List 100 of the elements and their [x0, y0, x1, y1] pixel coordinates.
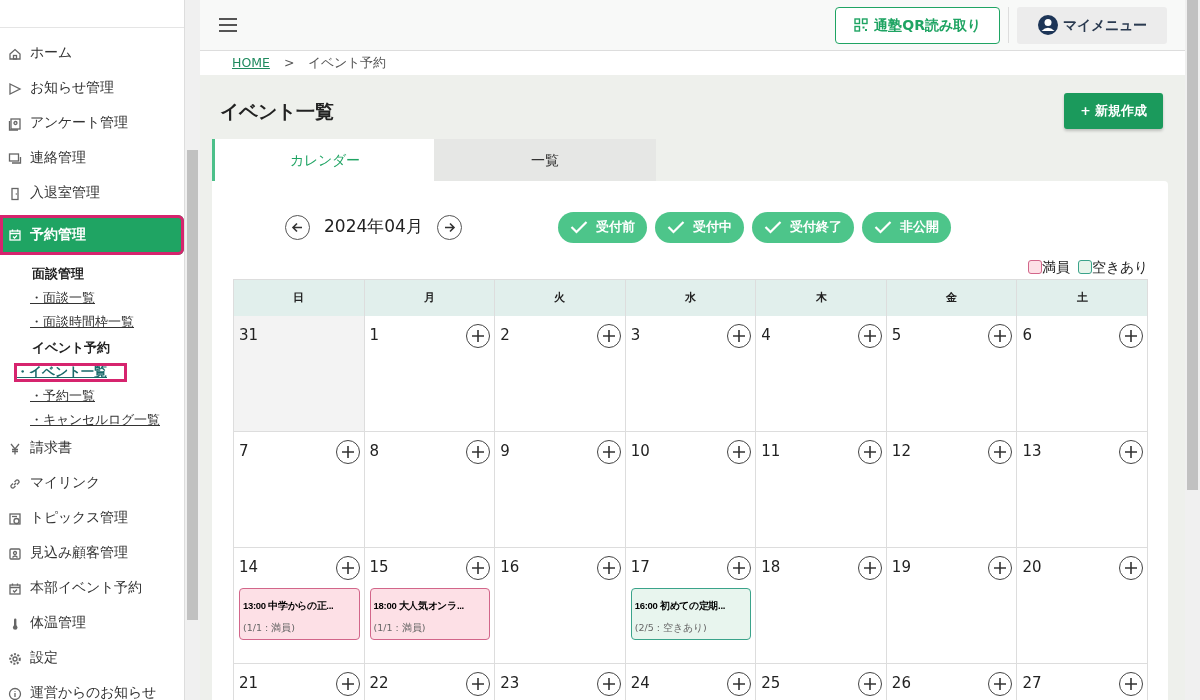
sidebar-item[interactable]: 本部イベント予約 [0, 571, 184, 606]
arrow-left-icon [291, 220, 304, 234]
scrollbar-thumb[interactable] [1187, 0, 1198, 490]
event-title: 13:00 中学からの正... [243, 599, 334, 613]
add-event-button[interactable] [727, 672, 752, 696]
day-number: 5 [891, 325, 902, 346]
add-event-button[interactable] [466, 440, 491, 464]
check-icon [873, 220, 892, 234]
add-event-button[interactable] [596, 672, 621, 696]
sidebar-item[interactable]: アンケート管理 [0, 106, 184, 141]
sidebar-item[interactable]: トピックス管理 [0, 501, 184, 536]
chat-icon [8, 151, 22, 166]
settings-icon [8, 651, 22, 666]
plus-icon [601, 445, 616, 459]
plus-icon [862, 677, 877, 691]
add-event-button[interactable] [596, 440, 621, 464]
info-icon [8, 686, 22, 700]
sidebar-item[interactable]: 運営からのお知らせ [0, 676, 184, 700]
legend-label: 空きあり [1092, 257, 1148, 277]
breadcrumb-link[interactable]: HOME [232, 53, 270, 73]
plus-icon [993, 677, 1008, 691]
scrollbar-thumb[interactable] [187, 150, 198, 620]
add-event-button[interactable] [727, 324, 752, 348]
add-event-button[interactable] [1119, 324, 1143, 348]
add-event-button[interactable] [466, 672, 491, 696]
previous-month-button[interactable] [285, 214, 310, 240]
day-number: 11 [761, 441, 781, 462]
plus-icon [471, 445, 486, 459]
sidebar-item[interactable]: 連絡管理 [0, 141, 184, 176]
event-capacity: (1/1 : 満員) [373, 621, 427, 635]
sidebar-link[interactable]: ・予約一覧 [30, 388, 95, 405]
add-event-button[interactable] [857, 324, 882, 348]
day-number: 17 [630, 557, 650, 578]
add-event-button[interactable] [596, 324, 621, 348]
plus-icon [993, 561, 1008, 575]
weekday-header: 木 [815, 289, 827, 306]
event-card[interactable]: 13:00 中学からの正... (1/1 : 満員) [239, 588, 360, 641]
add-event-button[interactable] [335, 440, 360, 464]
plus-icon [340, 677, 355, 691]
day-number: 22 [369, 673, 389, 694]
arrow-right-icon [442, 220, 456, 234]
add-event-button[interactable] [1119, 672, 1143, 696]
sidebar-item[interactable]: 設定 [0, 641, 184, 676]
new-button[interactable]: + 新規作成 [1064, 93, 1163, 129]
day-number: 9 [500, 441, 510, 462]
link-icon [8, 476, 22, 491]
event-title: 18:00 大人気オンラ... [373, 599, 464, 613]
add-event-button[interactable] [727, 556, 752, 580]
sidebar-link[interactable]: ・イベント一覧 [14, 363, 127, 382]
add-event-button[interactable] [466, 324, 491, 348]
add-event-button[interactable] [857, 556, 882, 580]
sidebar-link[interactable]: ・面談時間枠一覧 [30, 314, 134, 331]
check-icon [569, 220, 588, 234]
sidebar-item[interactable]: 見込み顧客管理 [0, 536, 184, 571]
day-number: 10 [630, 441, 650, 462]
tab[interactable]: 一覧 [434, 139, 656, 181]
topics-icon [8, 511, 22, 526]
event-title: 16:00 初めての定期... [634, 599, 726, 613]
day-number: 1 [369, 325, 380, 346]
event-card[interactable]: 16:00 初めての定期... (2/5 : 空きあり) [630, 588, 752, 641]
add-event-button[interactable] [727, 440, 752, 464]
event-capacity: (2/5 : 空きあり) [634, 621, 708, 635]
sidebar-item[interactable]: お知らせ管理 [0, 71, 184, 106]
day-number: 25 [761, 673, 781, 694]
plus-icon [862, 445, 877, 459]
add-event-button[interactable] [857, 672, 882, 696]
add-event-button[interactable] [335, 556, 360, 580]
add-event-button[interactable] [988, 672, 1013, 696]
sidebar-item[interactable]: マイリンク [0, 466, 184, 501]
sidebar-link[interactable]: ・面談一覧 [30, 290, 95, 307]
sidebar-item[interactable]: ホーム [0, 36, 184, 71]
add-event-button[interactable] [596, 556, 621, 580]
weekday-header: 月 [423, 289, 435, 306]
add-event-button[interactable] [1119, 556, 1143, 580]
add-event-button[interactable] [988, 440, 1013, 464]
add-event-button[interactable] [1119, 440, 1143, 464]
check-icon [763, 220, 782, 234]
add-event-button[interactable] [466, 556, 491, 580]
menu-icon[interactable] [218, 17, 238, 33]
add-event-button[interactable] [857, 440, 882, 464]
my-menu-button[interactable]: マイメニュー [1017, 6, 1167, 44]
sidebar-link[interactable]: ・キャンセルログ一覧 [30, 412, 160, 429]
customer-icon [8, 546, 22, 561]
survey-icon [8, 116, 22, 131]
plus-icon [1124, 677, 1138, 691]
plus-icon [862, 329, 877, 343]
plus-icon [993, 329, 1008, 343]
add-event-button[interactable] [988, 556, 1013, 580]
sidebar-item[interactable]: 請求書 [0, 431, 184, 466]
add-event-button[interactable] [988, 324, 1013, 348]
sidebar-heading: イベント予約 [31, 340, 111, 357]
day-number: 13 [1022, 441, 1042, 462]
next-month-button[interactable] [436, 214, 462, 240]
day-number: 15 [369, 557, 389, 578]
sidebar-item[interactable]: 入退室管理 [0, 176, 184, 211]
plus-icon [340, 561, 355, 575]
add-event-button[interactable] [335, 672, 360, 696]
event-card[interactable]: 18:00 大人気オンラ... (1/1 : 満員) [369, 588, 491, 641]
sidebar-item[interactable]: 体温管理 [0, 606, 184, 641]
plus-icon [732, 677, 747, 691]
